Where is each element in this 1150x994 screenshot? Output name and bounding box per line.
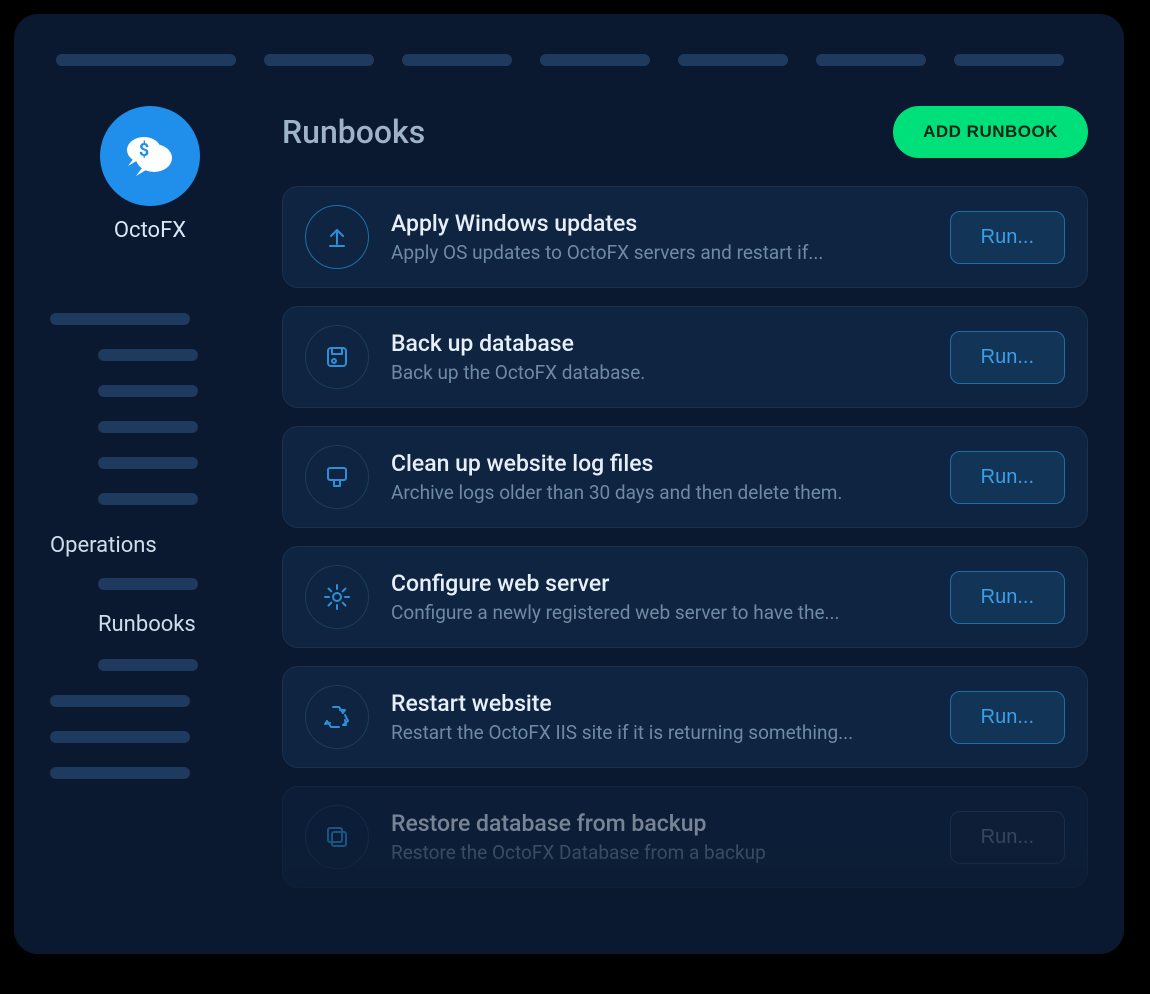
nav-placeholder bbox=[98, 421, 198, 433]
runbook-description: Configure a newly registered web server … bbox=[391, 601, 928, 624]
runbook-title: Clean up website log files bbox=[391, 450, 928, 477]
main-content: Runbooks ADD RUNBOOK Apply Windows updat… bbox=[260, 106, 1088, 924]
runbook-list: Apply Windows updates Apply OS updates to… bbox=[282, 186, 1088, 888]
runbook-info: Restore database from backup Restore the … bbox=[391, 810, 928, 864]
nav-placeholder bbox=[402, 54, 512, 66]
nav-placeholder bbox=[56, 54, 236, 66]
runbook-description: Apply OS updates to OctoFX servers and r… bbox=[391, 241, 928, 264]
copy-icon bbox=[305, 805, 369, 869]
recycle-icon bbox=[305, 685, 369, 749]
runbook-info: Clean up website log files Archive logs o… bbox=[391, 450, 928, 504]
run-button[interactable]: Run... bbox=[950, 451, 1065, 504]
app-window: $ OctoFX Operations Runbooks Runbooks AD… bbox=[14, 14, 1124, 954]
top-nav bbox=[14, 14, 1124, 66]
save-icon bbox=[305, 325, 369, 389]
svg-text:$: $ bbox=[139, 140, 149, 161]
brush-icon bbox=[305, 445, 369, 509]
gear-icon bbox=[305, 565, 369, 629]
nav-placeholder bbox=[816, 54, 926, 66]
page-title: Runbooks bbox=[282, 113, 425, 151]
runbook-description: Restore the OctoFX Database from a backu… bbox=[391, 841, 928, 864]
nav-placeholder bbox=[954, 54, 1064, 66]
runbook-title: Back up database bbox=[391, 330, 928, 357]
runbook-description: Restart the OctoFX IIS site if it is ret… bbox=[391, 721, 928, 744]
add-runbook-button[interactable]: ADD RUNBOOK bbox=[893, 106, 1088, 158]
run-button[interactable]: Run... bbox=[950, 811, 1065, 864]
nav-placeholder bbox=[540, 54, 650, 66]
nav-placeholder bbox=[678, 54, 788, 66]
upload-icon bbox=[305, 205, 369, 269]
runbook-title: Restore database from backup bbox=[391, 810, 928, 837]
runbook-description: Archive logs older than 30 days and then… bbox=[391, 481, 928, 504]
runbook-card[interactable]: Apply Windows updates Apply OS updates to… bbox=[282, 186, 1088, 288]
nav-placeholder bbox=[98, 578, 198, 590]
runbook-info: Restart website Restart the OctoFX IIS si… bbox=[391, 690, 928, 744]
sidebar-item-runbooks[interactable]: Runbooks bbox=[50, 604, 250, 645]
runbook-card[interactable]: Restart website Restart the OctoFX IIS si… bbox=[282, 666, 1088, 768]
runbook-card[interactable]: Configure web server Configure a newly re… bbox=[282, 546, 1088, 648]
runbook-title: Apply Windows updates bbox=[391, 210, 928, 237]
runbook-title: Restart website bbox=[391, 690, 928, 717]
nav-placeholder bbox=[98, 457, 198, 469]
nav-placeholder bbox=[98, 385, 198, 397]
runbook-info: Back up database Back up the OctoFX datab… bbox=[391, 330, 928, 384]
nav-placeholder bbox=[50, 767, 190, 779]
chat-dollar-icon: $ bbox=[122, 128, 178, 184]
runbook-card[interactable]: Clean up website log files Archive logs o… bbox=[282, 426, 1088, 528]
run-button[interactable]: Run... bbox=[950, 691, 1065, 744]
run-button[interactable]: Run... bbox=[950, 211, 1065, 264]
project-avatar[interactable]: $ bbox=[100, 106, 200, 206]
nav-placeholder bbox=[98, 349, 198, 361]
nav-placeholder bbox=[98, 659, 198, 671]
run-button[interactable]: Run... bbox=[950, 331, 1065, 384]
runbook-title: Configure web server bbox=[391, 570, 928, 597]
main-header: Runbooks ADD RUNBOOK bbox=[282, 106, 1088, 158]
runbook-card[interactable]: Restore database from backup Restore the … bbox=[282, 786, 1088, 888]
sidebar-section-operations[interactable]: Operations bbox=[50, 525, 250, 566]
runbook-description: Back up the OctoFX database. bbox=[391, 361, 928, 384]
runbook-card[interactable]: Back up database Back up the OctoFX datab… bbox=[282, 306, 1088, 408]
nav-placeholder bbox=[264, 54, 374, 66]
nav-placeholder bbox=[50, 313, 190, 325]
nav-placeholder bbox=[98, 493, 198, 505]
sidebar: $ OctoFX Operations Runbooks bbox=[50, 106, 250, 924]
nav-placeholder bbox=[50, 731, 190, 743]
project-name: OctoFX bbox=[50, 218, 250, 243]
runbook-info: Configure web server Configure a newly re… bbox=[391, 570, 928, 624]
run-button[interactable]: Run... bbox=[950, 571, 1065, 624]
runbook-info: Apply Windows updates Apply OS updates to… bbox=[391, 210, 928, 264]
nav-placeholder bbox=[50, 695, 190, 707]
